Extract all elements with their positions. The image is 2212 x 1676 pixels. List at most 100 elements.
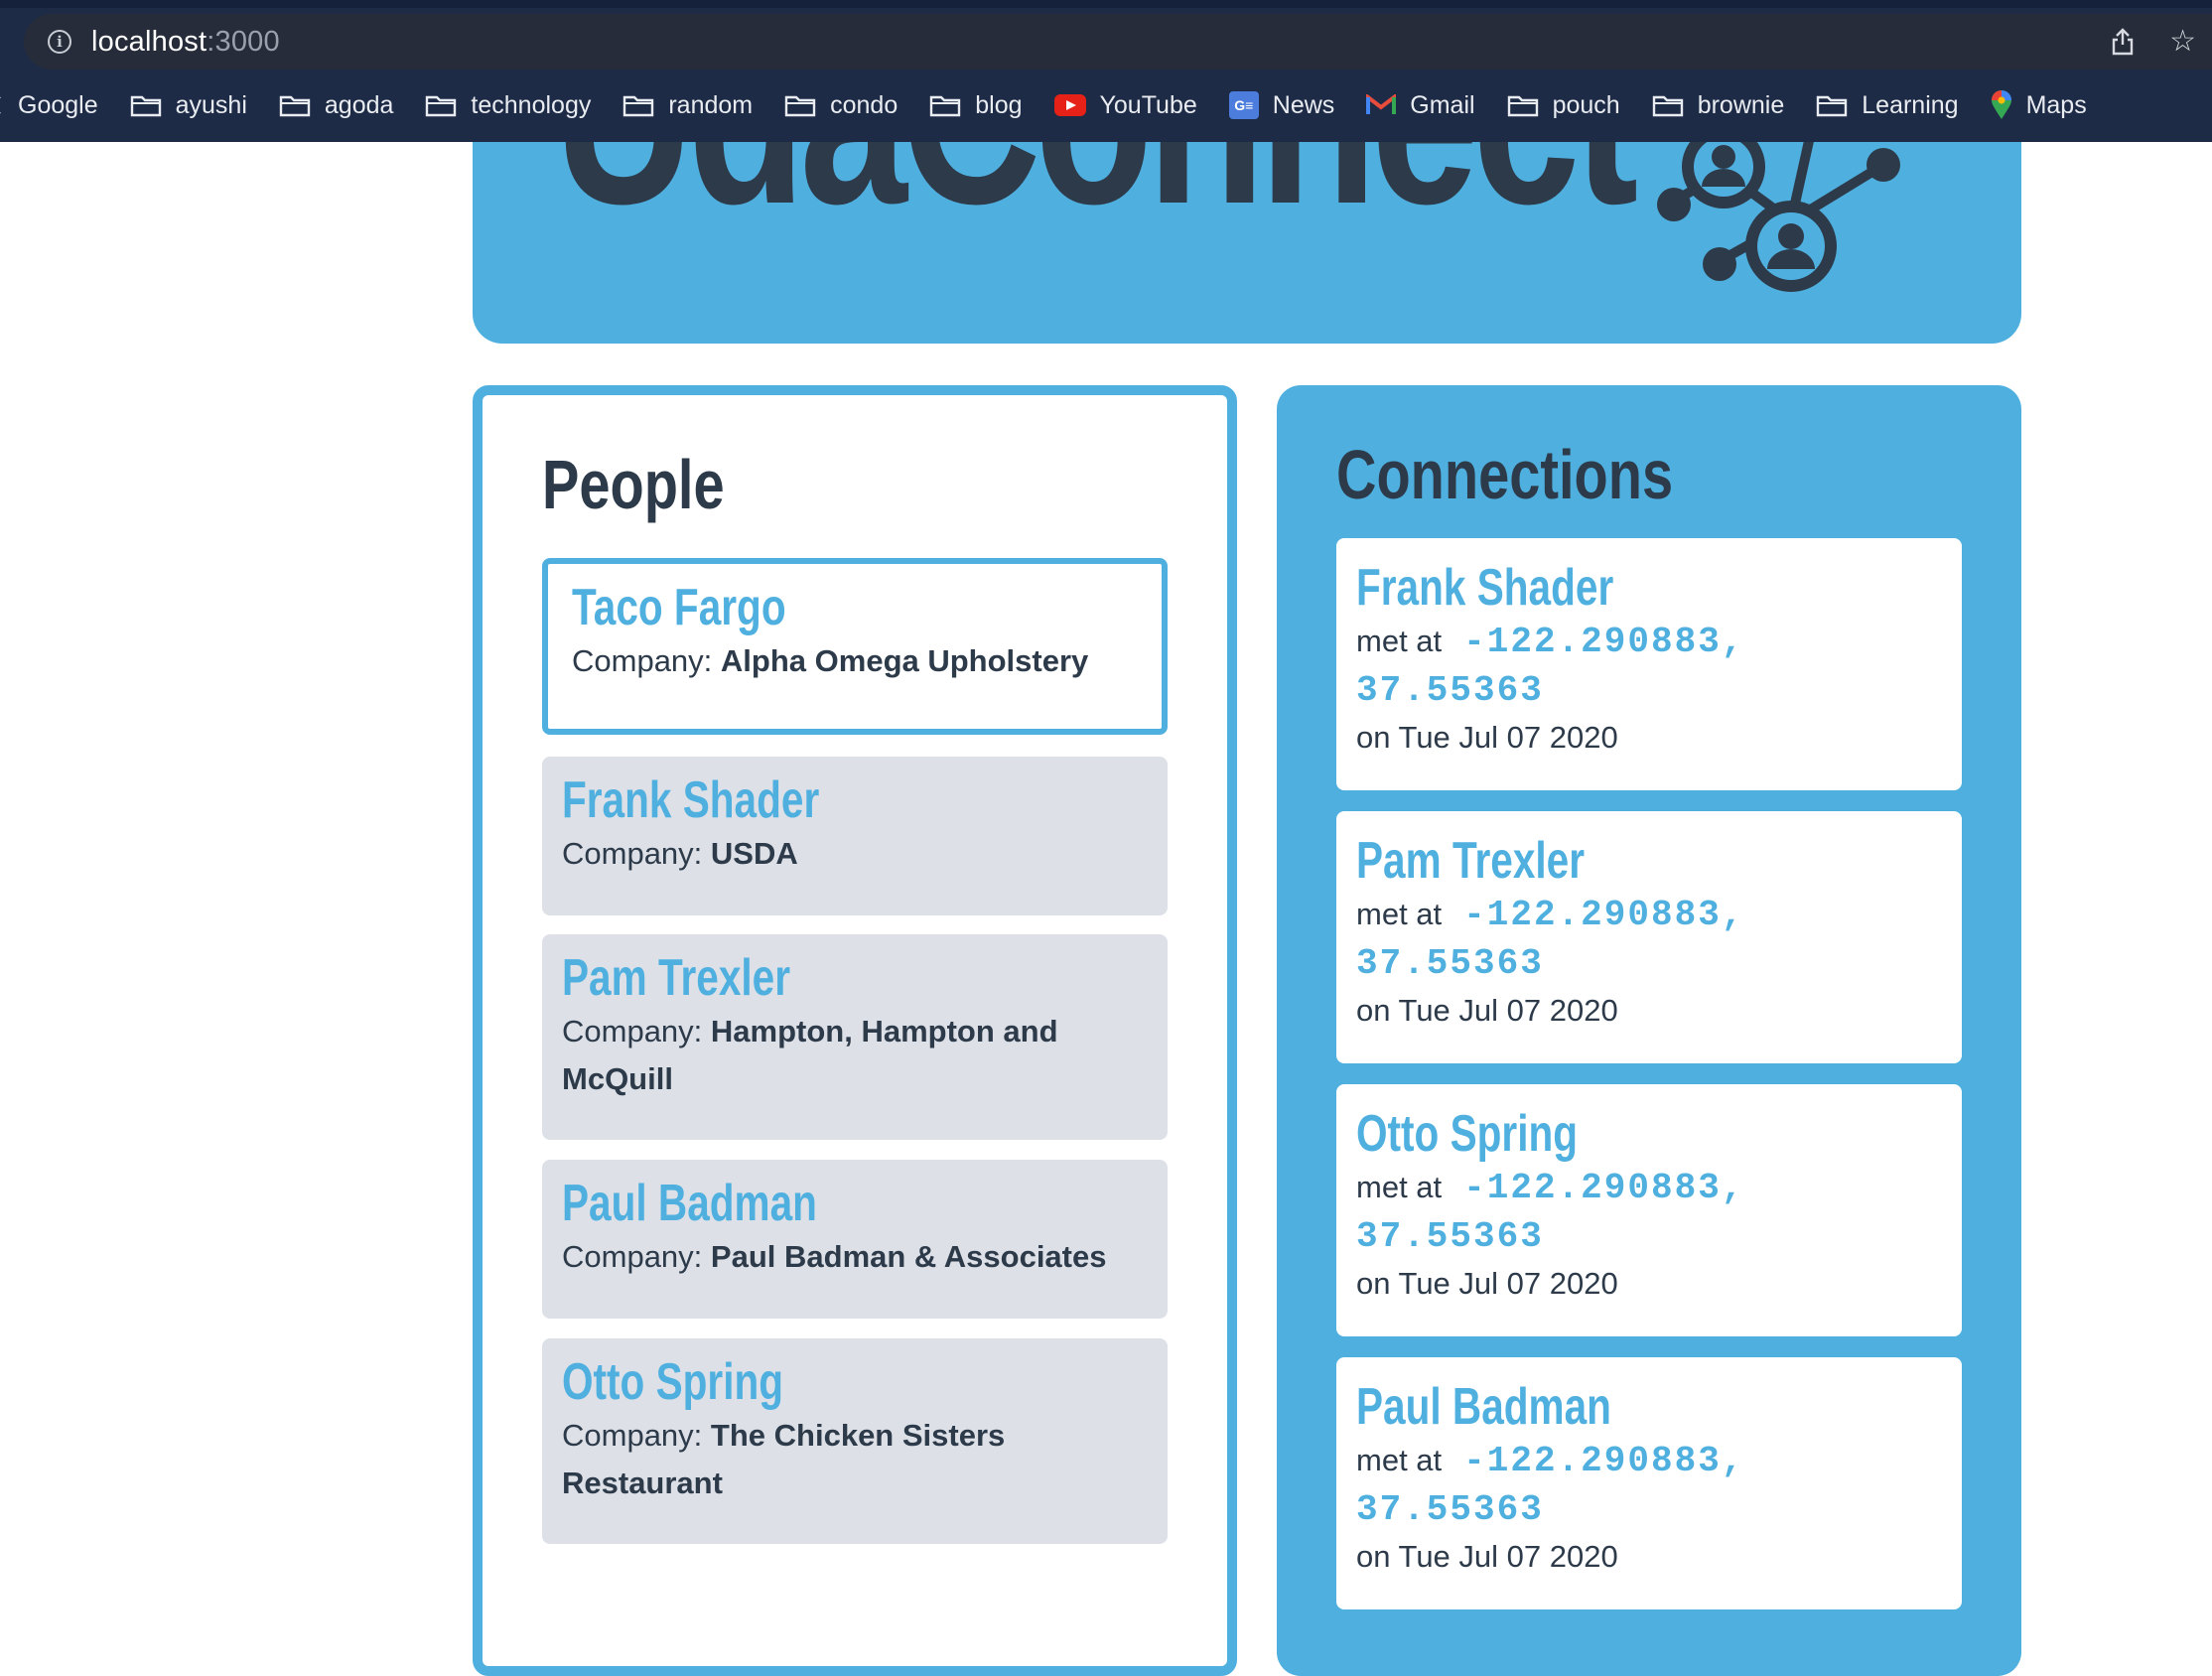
person-name: Pam Trexler (562, 949, 791, 1007)
folder-icon (279, 93, 311, 117)
people-panel: People Taco Fargo Company: Alpha Omega U… (473, 385, 1237, 1676)
longitude: -122.290883, (1463, 622, 1745, 662)
bookmark-label: Maps (2025, 90, 2087, 119)
company-label: Company: (562, 836, 703, 871)
connection-location: met at -122.290883, 37.55363 (1356, 1437, 1942, 1534)
connections-panel: Connections Frank Shader met at -122.2908… (1277, 385, 2021, 1676)
url-host: localhost (91, 25, 207, 58)
bookmark-label: News (1272, 90, 1335, 119)
youtube-icon (1053, 94, 1086, 116)
folder-icon (130, 93, 162, 117)
bookmark-pouch[interactable]: pouch (1507, 91, 1620, 120)
bookmark-label: ayushi (175, 90, 247, 119)
person-company: Company: Alpha Omega Upholstery (572, 637, 1138, 685)
connection-date: on Tue Jul 07 2020 (1356, 1266, 1618, 1301)
connection-location: met at -122.290883, 37.55363 (1356, 1164, 1942, 1261)
latitude: 37.55363 (1356, 1216, 1544, 1257)
company-name: Alpha Omega Upholstery (720, 643, 1089, 678)
connection-card[interactable]: Frank Shader met at -122.290883, 37.55363 … (1336, 538, 1962, 790)
bookmark-label: Learning (1862, 90, 1959, 119)
connection-name: Frank Shader (1356, 559, 1614, 617)
company-name: Paul Badman & Associates (710, 1239, 1107, 1274)
person-company: Company: The Chicken Sisters Restaurant (562, 1412, 1148, 1507)
latitude: 37.55363 (1356, 670, 1544, 711)
bookmark-label: YouTube (1099, 90, 1197, 119)
met-at-label: met at (1356, 1170, 1443, 1204)
bookmark-gmail[interactable]: Gmail (1366, 90, 1475, 120)
bookmark-label: blog (975, 90, 1023, 119)
folder-icon (1507, 93, 1539, 117)
connection-card[interactable]: Otto Spring met at -122.290883, 37.55363 o… (1336, 1084, 1962, 1336)
bookmark-label: technology (471, 90, 592, 119)
company-label: Company: (562, 1014, 703, 1048)
bookmark-label: random (668, 90, 754, 119)
site-info-icon[interactable]: i (48, 30, 71, 54)
url-port: :3000 (207, 25, 280, 58)
folder-icon (622, 93, 654, 117)
browser-chrome: i localhost:3000 ☆ Google ayushi agoda t… (0, 0, 2212, 142)
connection-date: on Tue Jul 07 2020 (1356, 1539, 1618, 1574)
gmail-icon (1366, 92, 1397, 116)
people-heading: People (542, 446, 725, 523)
person-card[interactable]: Otto Spring Company: The Chicken Sisters… (542, 1338, 1168, 1544)
bookmark-star-icon[interactable]: ☆ (2169, 14, 2196, 70)
google-icon (0, 94, 4, 116)
person-name: Frank Shader (562, 771, 820, 829)
folder-icon (1652, 93, 1684, 117)
window-top-edge (0, 0, 2212, 8)
met-at-label: met at (1356, 1443, 1443, 1477)
google-maps-icon (1991, 90, 2012, 120)
bookmark-label: Google (18, 90, 98, 119)
address-bar-actions: ☆ (2112, 14, 2196, 70)
person-card[interactable]: Paul Badman Company: Paul Badman & Assoc… (542, 1160, 1168, 1319)
longitude: -122.290883, (1463, 895, 1745, 935)
latitude: 37.55363 (1356, 943, 1544, 984)
connection-name: Pam Trexler (1356, 832, 1586, 890)
network-people-icon (1652, 142, 1930, 316)
folder-icon (784, 93, 816, 117)
connection-card[interactable]: Paul Badman met at -122.290883, 37.55363 o… (1336, 1357, 1962, 1609)
bookmark-ayushi[interactable]: ayushi (130, 91, 247, 120)
bookmark-brownie[interactable]: brownie (1652, 91, 1784, 120)
share-icon[interactable] (2112, 28, 2134, 56)
folder-icon (1816, 93, 1848, 117)
person-name: Taco Fargo (572, 579, 786, 636)
bookmark-label: condo (830, 90, 899, 119)
person-card-selected[interactable]: Taco Fargo Company: Alpha Omega Upholste… (542, 558, 1168, 735)
bookmark-condo[interactable]: condo (784, 91, 898, 120)
connection-name: Otto Spring (1356, 1105, 1579, 1163)
bookmark-random[interactable]: random (622, 91, 753, 120)
app-title: UdaConnect (554, 142, 1638, 241)
company-label: Company: (562, 1418, 703, 1453)
url-text[interactable]: localhost:3000 (91, 26, 280, 59)
longitude: -122.290883, (1463, 1168, 1745, 1208)
connection-card[interactable]: Pam Trexler met at -122.290883, 37.55363 o… (1336, 811, 1962, 1063)
folder-icon (425, 93, 457, 117)
connection-name: Paul Badman (1356, 1378, 1611, 1436)
connections-heading: Connections (1336, 436, 1674, 513)
bookmark-learning[interactable]: Learning (1816, 90, 1959, 120)
bookmark-maps[interactable]: Maps (1991, 90, 2087, 120)
person-card[interactable]: Pam Trexler Company: Hampton, Hampton an… (542, 934, 1168, 1140)
app-header: UdaConnect (473, 142, 2021, 344)
company-name: USDA (710, 836, 798, 871)
bookmark-agoda[interactable]: agoda (279, 90, 394, 120)
connection-date: on Tue Jul 07 2020 (1356, 993, 1618, 1028)
bookmark-label: Gmail (1410, 90, 1475, 119)
address-bar[interactable]: i localhost:3000 ☆ (24, 14, 2212, 70)
bookmark-news[interactable]: G≡ News (1228, 90, 1335, 120)
bookmark-youtube[interactable]: YouTube (1053, 90, 1197, 120)
bookmark-google[interactable]: Google (0, 91, 98, 120)
bookmark-technology[interactable]: technology (425, 91, 591, 120)
bookmarks-bar: Google ayushi agoda technology random co… (0, 85, 2119, 125)
company-label: Company: (562, 1239, 703, 1274)
folder-icon (929, 93, 961, 117)
longitude: -122.290883, (1463, 1441, 1745, 1481)
bookmark-blog[interactable]: blog (929, 90, 1023, 120)
bookmark-label: agoda (324, 90, 394, 119)
person-card[interactable]: Frank Shader Company: USDA (542, 757, 1168, 915)
latitude: 37.55363 (1356, 1489, 1544, 1530)
met-at-label: met at (1356, 897, 1443, 931)
person-name: Paul Badman (562, 1175, 817, 1232)
person-company: Company: Paul Badman & Associates (562, 1233, 1148, 1281)
